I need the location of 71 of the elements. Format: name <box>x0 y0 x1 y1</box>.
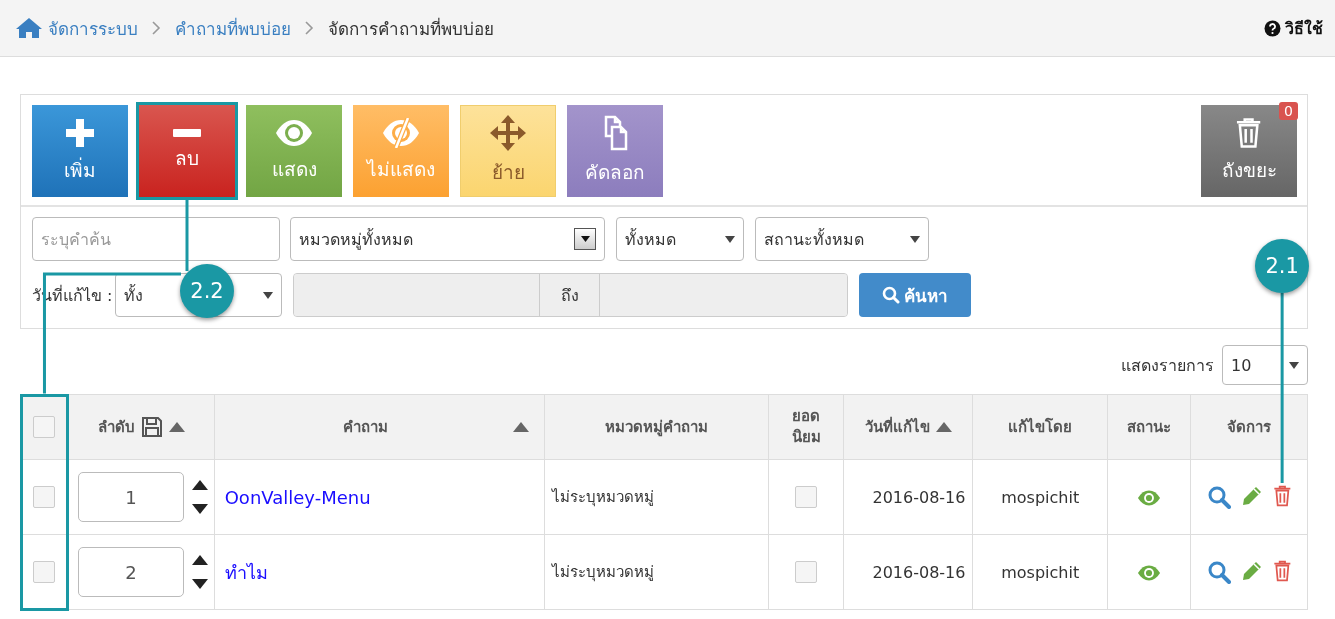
date-range-field[interactable]: ถึง <box>293 273 849 317</box>
down-caret-icon[interactable] <box>191 504 208 514</box>
move-arrows-icon <box>490 115 526 151</box>
column-label: วันที่แก้ไข <box>864 415 930 438</box>
column-label: หมวดหมู่คำถาม <box>604 417 708 439</box>
category-select[interactable]: หมวดหมู่ทั้งหมด <box>290 217 605 261</box>
eye-slash-icon <box>382 118 420 148</box>
date-text: 2016-08-16 <box>872 562 966 582</box>
order-field[interactable]: 2 <box>77 547 184 597</box>
plus-icon <box>64 117 96 149</box>
page-size-label: แสดงรายการ <box>1121 354 1214 377</box>
column-label: คำถาม <box>342 417 388 438</box>
minus-icon <box>173 129 201 137</box>
count-badge: 0 <box>1279 102 1298 120</box>
order-field[interactable]: 1 <box>77 472 184 522</box>
date-text: 2016-08-16 <box>872 487 966 507</box>
trash-icon <box>1235 117 1263 149</box>
pencil-icon[interactable] <box>1240 560 1263 582</box>
help-link[interactable]: วิธีใช้ <box>1264 15 1323 41</box>
search-icon[interactable] <box>1206 485 1231 509</box>
checkbox[interactable] <box>33 416 56 438</box>
eye-icon[interactable] <box>1137 565 1162 581</box>
scope-select[interactable]: ทั้งหมด <box>616 217 744 261</box>
search-icon[interactable] <box>1206 560 1231 584</box>
column-label: สถานะ <box>1127 417 1172 438</box>
checkbox[interactable] <box>795 486 817 508</box>
chevron-icon <box>305 21 314 35</box>
column-label: แก้ไขโดย <box>1008 416 1073 438</box>
caret-icon <box>910 235 920 243</box>
caret-icon <box>725 235 735 243</box>
question-link[interactable]: ทำไม <box>215 561 268 583</box>
checkbox[interactable] <box>33 561 56 583</box>
caret-icon <box>263 291 274 299</box>
trash-icon[interactable] <box>1272 485 1292 507</box>
category-text: ไม่ระบุหมวดหมู่ <box>550 488 655 506</box>
home-icon <box>16 17 42 39</box>
breadcrumb-link[interactable]: คำถามที่พบบ่อย <box>175 14 291 42</box>
editor-text: mospichit <box>1001 562 1080 582</box>
save-icon <box>140 416 163 438</box>
column-label: ลำดับ <box>97 417 135 438</box>
search-button[interactable]: ค้นหา <box>859 273 972 317</box>
trash-button[interactable]: ถังขยะ 0 <box>1201 105 1297 197</box>
add-button[interactable]: เพิ่ม <box>32 105 128 197</box>
checkbox[interactable] <box>795 561 817 583</box>
caret-icon <box>1289 361 1299 369</box>
column-label: จัดการ <box>1227 417 1272 438</box>
pencil-icon[interactable] <box>1240 485 1263 507</box>
chevron-icon <box>152 21 161 35</box>
breadcrumb-link[interactable]: จัดการระบบ <box>48 14 138 42</box>
down-caret-icon[interactable] <box>191 579 208 589</box>
dropdown-arrow-icon <box>580 236 590 242</box>
editor-text: mospichit <box>1001 487 1080 507</box>
search-icon <box>882 286 901 304</box>
move-button[interactable]: ย้าย <box>460 105 556 197</box>
trash-icon[interactable] <box>1272 560 1292 582</box>
breadcrumb-current: จัดการคำถามที่พบบ่อย <box>328 16 494 41</box>
checkbox[interactable] <box>33 486 56 508</box>
eye-icon <box>275 118 313 148</box>
up-caret-icon[interactable] <box>191 480 208 490</box>
leader-line <box>185 199 189 271</box>
up-caret-icon[interactable] <box>191 555 208 565</box>
delete-button[interactable]: ลบ <box>139 105 235 197</box>
search-field[interactable]: ระบุคำค้น <box>32 217 280 261</box>
eye-icon[interactable] <box>1137 490 1162 506</box>
column-label: ยอดนิยม <box>790 406 822 448</box>
page-size-select[interactable]: 10 <box>1222 345 1308 385</box>
status-select[interactable]: สถานะทั้งหมด <box>755 217 929 261</box>
question-link[interactable]: OonValley-Menu <box>215 486 371 508</box>
category-text: ไม่ระบุหมวดหมู่ <box>550 563 655 581</box>
question-circle-icon <box>1264 19 1281 37</box>
callout-badge: 2.1 <box>1255 239 1310 293</box>
